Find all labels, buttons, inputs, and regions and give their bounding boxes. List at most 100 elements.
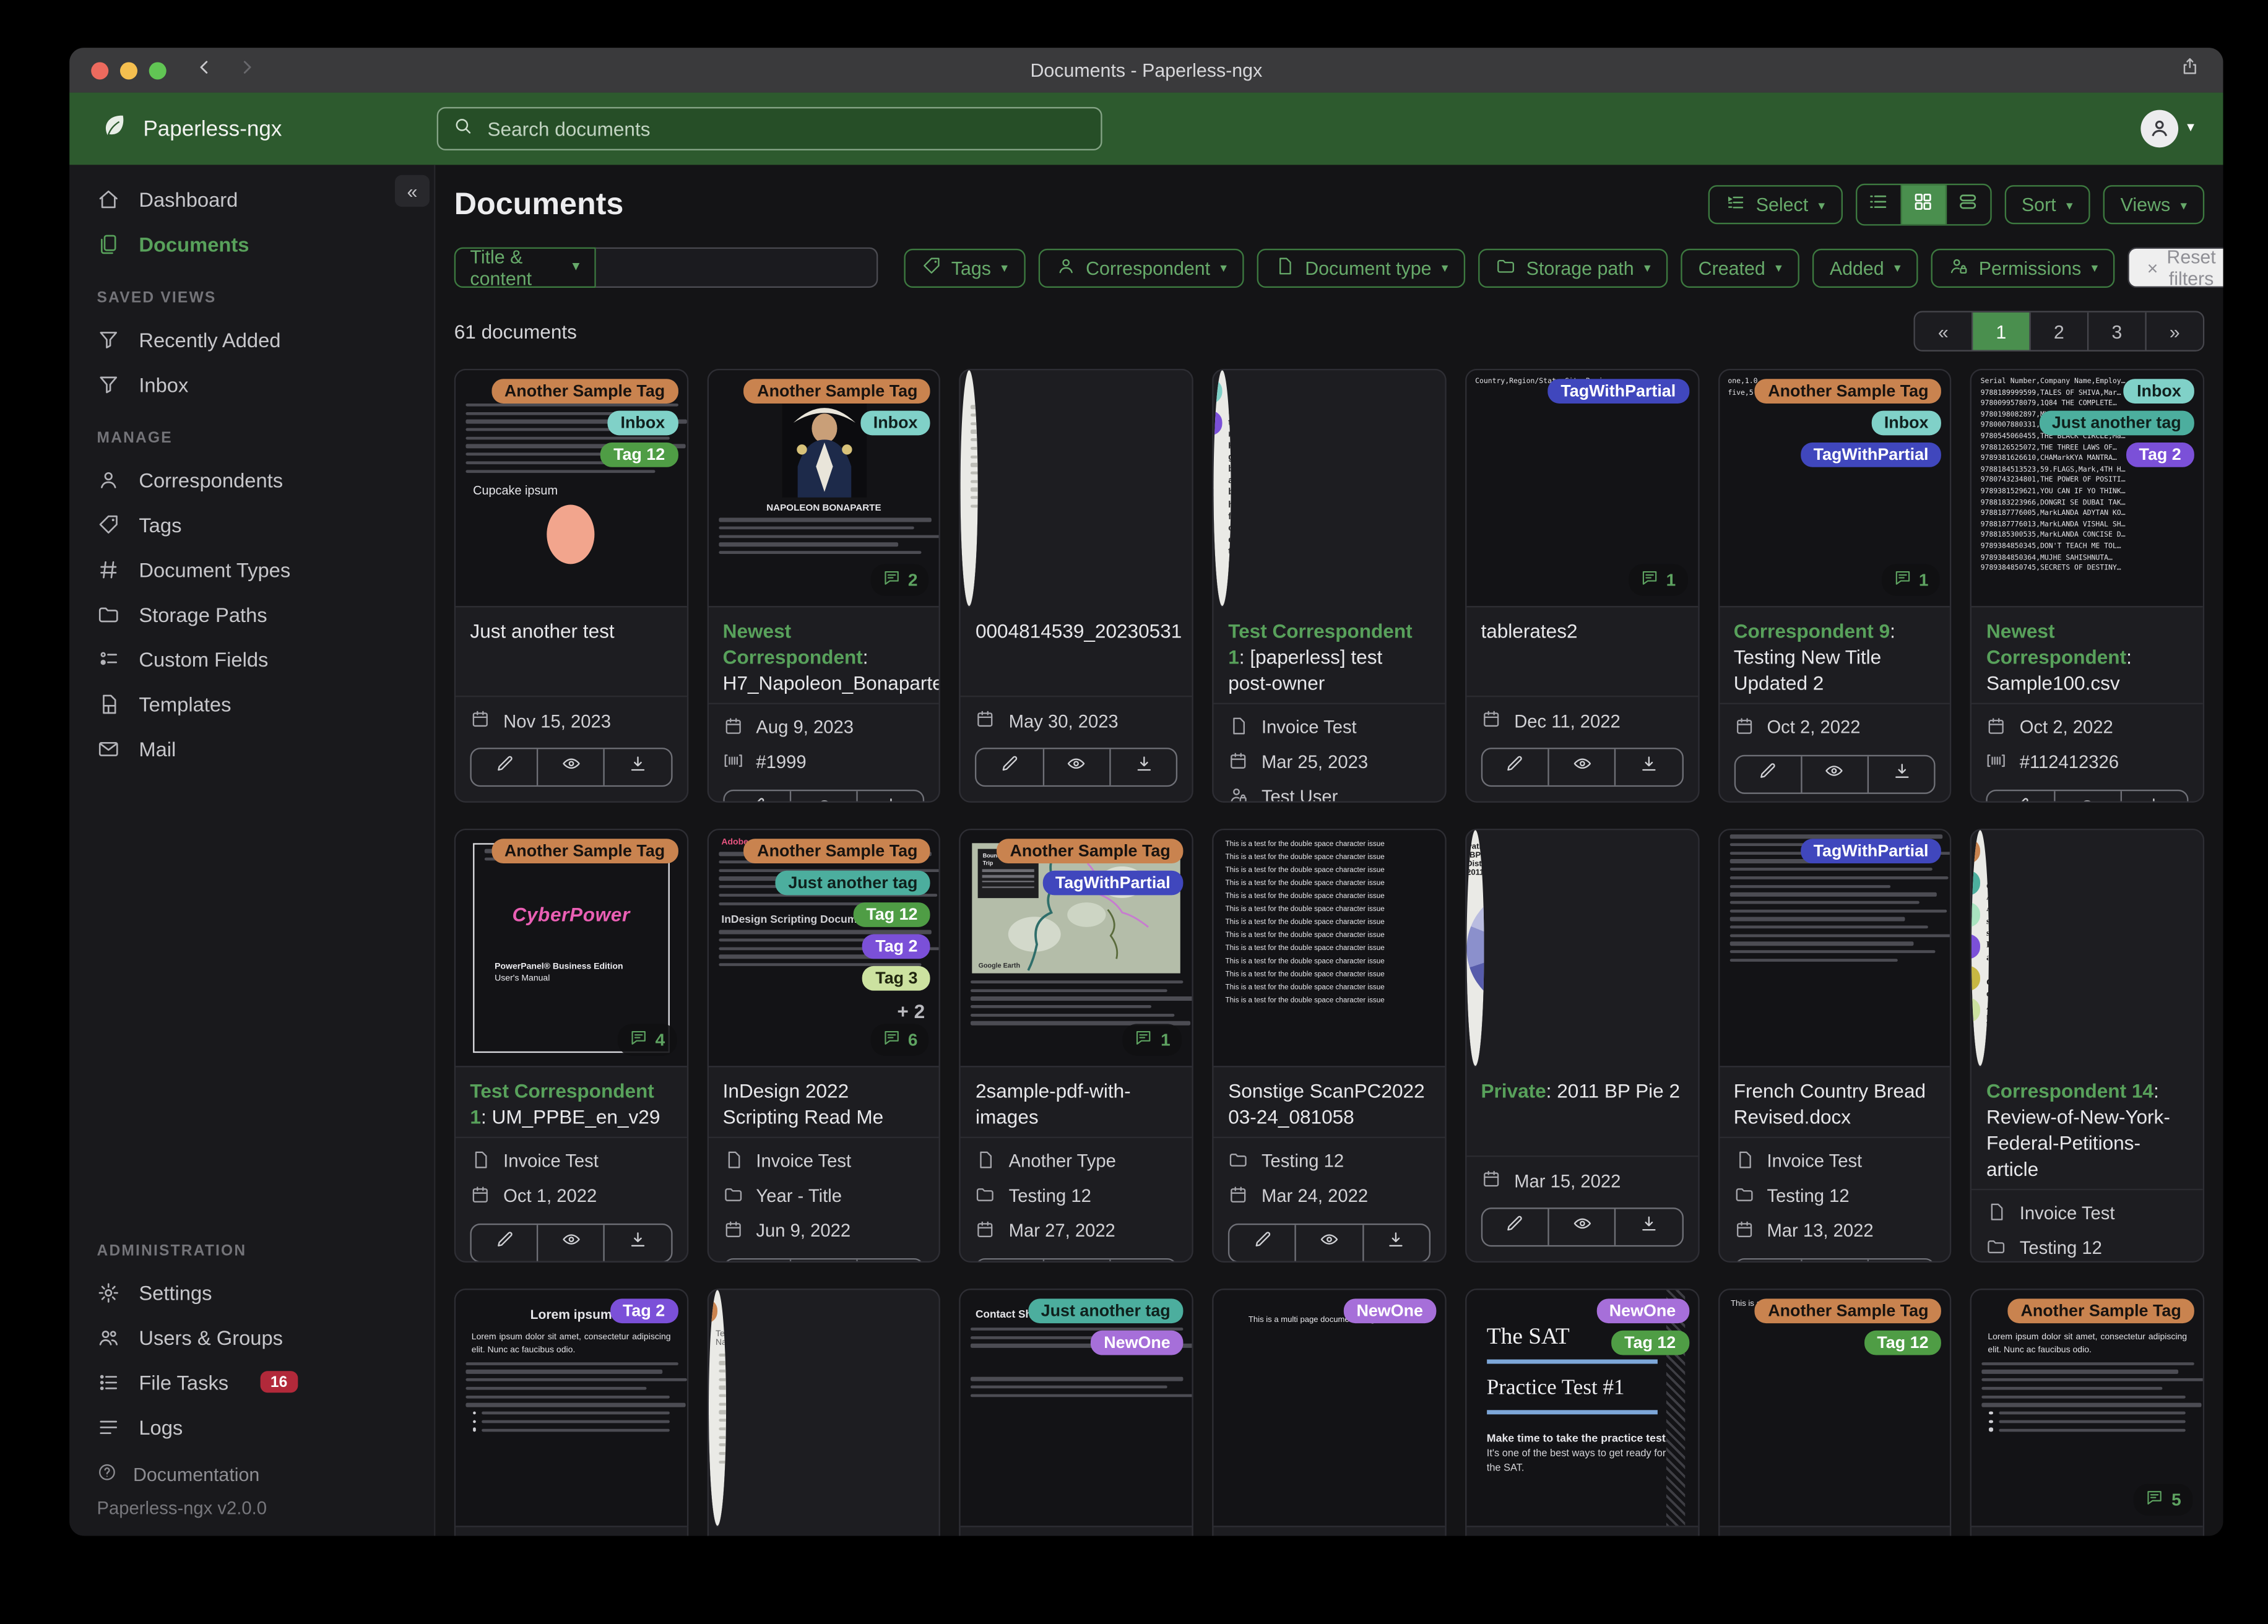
download-button[interactable]	[856, 1259, 924, 1261]
card-title[interactable]: Just another test	[470, 620, 614, 642]
view-grid-button[interactable]	[1900, 185, 1946, 225]
tag-badge[interactable]: Tag 12	[600, 443, 678, 467]
tag-badge[interactable]: Tag 12	[1864, 1330, 1942, 1355]
document-card[interactable]: This is a test for the double space char…	[1212, 828, 1447, 1263]
card-thumbnail[interactable]: Serial Number,Company Name,Employ… 97881…	[1972, 370, 2203, 608]
view-button[interactable]	[2053, 790, 2120, 801]
sidebar-item-logs[interactable]: Logs	[69, 1404, 434, 1449]
tag-badge[interactable]: Inbox	[1871, 410, 1942, 436]
document-card[interactable]: Adobe Acrobat PDF FilesCupcake ipsumAnot…	[454, 368, 688, 803]
view-button[interactable]	[1547, 1209, 1614, 1245]
card-thumbnail[interactable]: TagWithPartial	[1719, 830, 1950, 1068]
tag-badge[interactable]: NewOne	[1343, 1298, 1437, 1324]
correspondent-link[interactable]: Newest Correspondent	[723, 620, 863, 668]
card-thumbnail[interactable]: Patient BP Distribution 2011	[1466, 830, 1484, 1068]
download-button[interactable]	[1867, 1259, 1934, 1261]
sidebar-item-dashboard[interactable]: Dashboard	[69, 176, 434, 221]
select-button[interactable]: Select ▾	[1708, 185, 1843, 225]
sidebar-item-mail[interactable]: Mail	[69, 726, 434, 771]
document-card[interactable]: Lorem ipsumLorem ipsum dolor sit amet, c…	[454, 1289, 688, 1536]
card-title[interactable]: Testing New Title Updated 2	[1734, 646, 1881, 694]
comment-count-badge[interactable]: 4	[617, 1024, 677, 1056]
tag-badge[interactable]: Another Sample Tag	[491, 379, 678, 404]
card-title[interactable]: 2sample-pdf-with-images	[976, 1081, 1131, 1128]
card-title[interactable]: Review-of-New-York-Federal-Petitions-art…	[1986, 1106, 2170, 1180]
view-button[interactable]	[537, 749, 604, 785]
collapse-sidebar-button[interactable]: «	[394, 175, 430, 207]
tag-badge[interactable]: TagWithPartial	[1800, 839, 1942, 864]
edit-button[interactable]	[1735, 1259, 1801, 1261]
comment-count-badge[interactable]: 1	[1881, 564, 1941, 596]
card-thumbnail[interactable]: BANK OF SCOTLAND	[961, 370, 979, 608]
edit-button[interactable]	[1230, 1225, 1296, 1261]
sort-button[interactable]: Sort ▾	[2004, 185, 2090, 225]
card-thumbnail[interactable]: NAPOLEON BONAPARTE Another Sample Tag Inbo…	[708, 370, 940, 608]
tag-badge[interactable]: Tag 2	[1972, 934, 1981, 959]
document-card[interactable]: Lorem ipsumLorem ipsum dolor sit amet, c…	[1970, 1289, 2205, 1536]
tag-badge[interactable]: Just another tag	[2038, 410, 2194, 436]
document-card[interactable]: The SAT Practice Test #1 Make time to take…	[1465, 1289, 1699, 1536]
download-button[interactable]	[1109, 1259, 1176, 1261]
document-card[interactable]: Medical TeacherHas the new Kirkpatrick g…	[1212, 368, 1447, 803]
pagination-next[interactable]: »	[2145, 312, 2203, 350]
tag-badge[interactable]: Inbox	[607, 410, 678, 436]
card-title[interactable]: InDesign 2022 Scripting Read Me	[723, 1081, 884, 1128]
document-card[interactable]: Review ofof Arbitral Awards shows swift …	[1970, 828, 2205, 1263]
card-thumbnail[interactable]: Adobe Acrobat PDF FilesCupcake ipsumAnot…	[456, 370, 687, 608]
tag-badge[interactable]: TagWithPartial	[1547, 379, 1689, 404]
view-button[interactable]	[1547, 749, 1614, 785]
share-icon[interactable]	[2179, 56, 2200, 84]
card-title[interactable]: 2011 BP Pie 2	[1557, 1081, 1680, 1102]
tag-badge[interactable]: Another Sample Tag	[2007, 1298, 2194, 1324]
correspondent-link[interactable]: Newest Correspondent	[1986, 620, 2126, 668]
tag-badge[interactable]: Inbox	[1213, 379, 1223, 404]
pagination-prev[interactable]: «	[1915, 312, 1972, 350]
download-button[interactable]	[2120, 790, 2187, 801]
view-detail-button[interactable]	[1945, 185, 1989, 225]
sidebar-item-recently-added[interactable]: Recently Added	[69, 317, 434, 361]
document-card[interactable]: This is a test Another Sample Tag Tag 12	[1718, 1289, 1952, 1536]
sidebar-item-file-tasks[interactable]: File Tasks 16	[69, 1360, 434, 1404]
tag-badge[interactable]: Another Sample Tag	[744, 839, 931, 864]
reset-filters-button[interactable]: × Reset filters	[2128, 246, 2223, 289]
card-title[interactable]: French Country Bread Revised.docx	[1734, 1081, 1926, 1128]
document-card[interactable]: Adobe InDesign Scripting Documentation Ano…	[706, 828, 941, 1263]
view-button[interactable]	[789, 790, 857, 801]
card-thumbnail[interactable]: Medical TeacherHas the new Kirkpatrick g…	[1213, 370, 1231, 608]
edit-button[interactable]	[1482, 1209, 1548, 1245]
card-thumbnail[interactable]: Lorem ipsumLorem ipsum dolor sit amet, c…	[1972, 1290, 2203, 1527]
card-title[interactable]: Sonstige ScanPC2022 03-24_081058	[1228, 1081, 1424, 1128]
view-button[interactable]	[1042, 1259, 1109, 1261]
download-button[interactable]	[856, 790, 924, 801]
tag-badge[interactable]: Tag 12	[1611, 1330, 1689, 1355]
tag-badge[interactable]: Tag 12	[853, 902, 931, 927]
view-list-button[interactable]	[1857, 185, 1900, 224]
download-button[interactable]	[1867, 756, 1934, 793]
comment-count-badge[interactable]: 1	[1628, 564, 1687, 596]
document-card[interactable]: Boundary Waters TripGoogle EarthAnother …	[959, 828, 1194, 1263]
zoom-button[interactable]	[149, 61, 167, 79]
tag-badge[interactable]: NewOne	[1596, 1298, 1689, 1324]
edit-button[interactable]	[472, 749, 537, 785]
sidebar-item-documentation[interactable]: Documentation	[69, 1449, 434, 1489]
filter-storage-path-button[interactable]: Storage path ▾	[1478, 248, 1668, 287]
edit-button[interactable]	[724, 1259, 790, 1261]
document-card[interactable]: NAPOLEON BONAPARTE Another Sample Tag Inbo…	[706, 368, 941, 803]
download-button[interactable]	[604, 749, 671, 785]
filter-permissions-button[interactable]: Permissions ▾	[1931, 248, 2116, 287]
filter-created-button[interactable]: Created ▾	[1681, 248, 1799, 287]
document-card[interactable]: This is a multi page document. Page 1. Ne…	[1212, 1289, 1447, 1536]
tag-badge[interactable]: Just another tag	[1972, 870, 1981, 896]
sidebar-item-custom-fields[interactable]: Custom Fields	[69, 636, 434, 681]
tag-badge[interactable]: Another Sample Tag	[1972, 839, 1981, 864]
sidebar-item-storage-paths[interactable]: Storage Paths	[69, 592, 434, 636]
download-button[interactable]	[604, 1224, 671, 1261]
sidebar-item-document-types[interactable]: Document Types	[69, 546, 434, 591]
tag-badge[interactable]: Just another tag	[775, 870, 931, 896]
edit-button[interactable]	[977, 749, 1042, 785]
card-title[interactable]: UM_PPBE_en_v29	[492, 1106, 660, 1128]
close-button[interactable]	[91, 61, 109, 79]
brand[interactable]: Paperless-ngx	[100, 111, 436, 146]
card-thumbnail[interactable]: This is a test Another Sample Tag Tag 12	[1719, 1290, 1950, 1527]
edit-button[interactable]	[1988, 791, 2053, 801]
